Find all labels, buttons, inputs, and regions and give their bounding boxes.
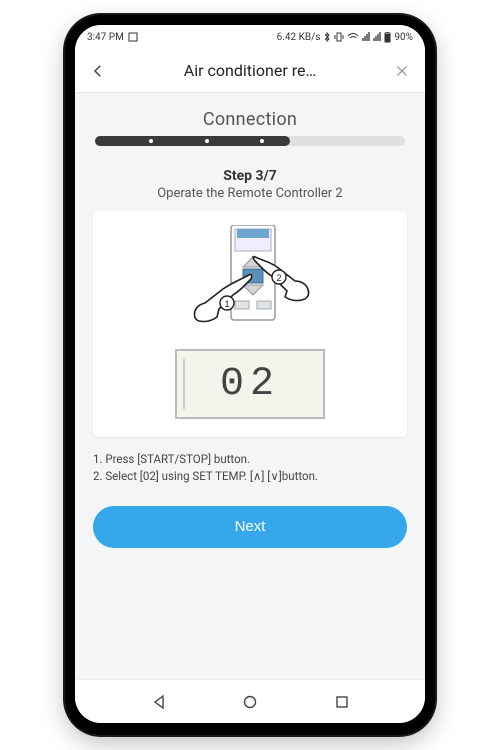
instruction-card: 1 2 02 xyxy=(93,211,407,437)
android-nav-bar xyxy=(75,679,425,723)
instruction-text: 1. Press [START/STOP] button. 2. Select … xyxy=(93,451,407,486)
nav-home-icon[interactable] xyxy=(242,694,258,710)
progress-bar xyxy=(93,136,407,146)
status-battery: 90% xyxy=(394,32,413,43)
nav-back-icon[interactable] xyxy=(151,694,167,710)
next-button[interactable]: Next xyxy=(93,506,407,548)
screen: 3:47 PM 6.42 KB/s 90% Air conditioner re… xyxy=(75,25,425,723)
lcd-value: 02 xyxy=(220,362,280,407)
status-time: 3:47 PM xyxy=(87,32,124,43)
close-button[interactable] xyxy=(393,62,411,80)
phone-frame: 3:47 PM 6.42 KB/s 90% Air conditioner re… xyxy=(65,15,435,735)
content-area: Connection Step 3/7 Operate the Remote C… xyxy=(75,93,425,679)
battery-icon xyxy=(384,32,391,43)
svg-text:2: 2 xyxy=(276,273,281,283)
wifi-icon xyxy=(347,32,359,42)
signal-icon-2 xyxy=(373,32,381,42)
lcd-display: 02 xyxy=(175,349,325,419)
bluetooth-icon xyxy=(323,32,331,42)
back-button[interactable] xyxy=(89,62,107,80)
page-title: Air conditioner re… xyxy=(184,61,316,80)
card-icon xyxy=(128,32,138,42)
step-label: Step 3/7 xyxy=(93,168,407,184)
section-title: Connection xyxy=(93,109,407,130)
status-bar: 3:47 PM 6.42 KB/s 90% xyxy=(75,25,425,49)
nav-recent-icon[interactable] xyxy=(334,694,350,710)
vibrate-icon xyxy=(334,32,344,42)
signal-icon xyxy=(362,32,370,42)
instruction-line: 2. Select [02] using SET TEMP. [∧] [∨]bu… xyxy=(93,468,407,485)
instruction-line: 1. Press [START/STOP] button. xyxy=(93,451,407,468)
step-subtitle: Operate the Remote Controller 2 xyxy=(93,186,407,201)
status-net-rate: 6.42 KB/s xyxy=(277,32,321,43)
remote-controller-illustration: 1 2 xyxy=(175,225,325,335)
svg-text:1: 1 xyxy=(224,299,229,309)
app-bar: Air conditioner re… xyxy=(75,49,425,93)
